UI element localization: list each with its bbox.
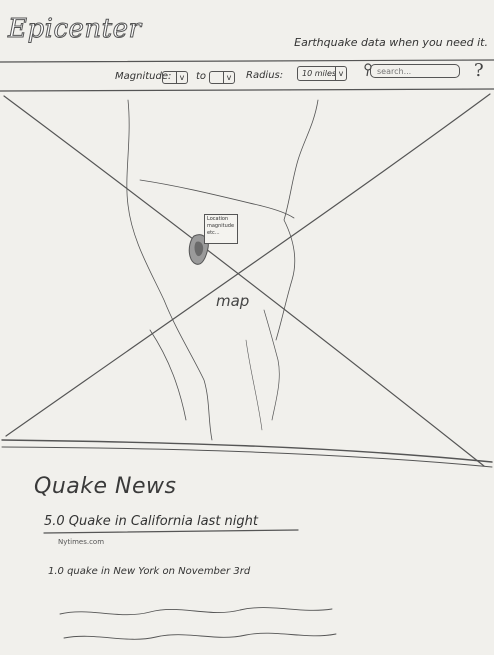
magnitude-max-select[interactable]: v bbox=[209, 71, 235, 84]
news-item-headline[interactable]: 1.0 quake in New York on November 3rd bbox=[48, 566, 250, 577]
chevron-down-icon: v bbox=[176, 72, 187, 83]
chevron-down-icon: v bbox=[223, 72, 234, 83]
quake-info-popup: Location magnitude etc... bbox=[204, 214, 238, 244]
popup-location: Location bbox=[207, 216, 229, 222]
news-section-title: Quake News bbox=[34, 474, 177, 499]
radius-label: Radius: bbox=[246, 70, 284, 81]
radius-select[interactable]: 10 miles v bbox=[297, 66, 347, 81]
map-placeholder-label: map bbox=[216, 292, 250, 310]
map-area[interactable] bbox=[2, 96, 492, 442]
chevron-down-icon: v bbox=[335, 67, 346, 80]
news-item-headline[interactable]: 5.0 Quake in California last night bbox=[44, 514, 258, 529]
popup-etc: etc... bbox=[207, 230, 220, 236]
to-label: to bbox=[196, 71, 207, 82]
help-icon[interactable]: ? bbox=[474, 60, 484, 81]
search-input[interactable] bbox=[370, 64, 460, 78]
news-item-source[interactable]: Nytimes.com bbox=[58, 538, 104, 546]
radius-value: 10 miles bbox=[302, 69, 337, 78]
app-tagline: Earthquake data when you need it. bbox=[294, 36, 488, 49]
popup-magnitude: magnitude bbox=[207, 223, 235, 229]
app-logo[interactable]: Epicenter bbox=[7, 14, 141, 45]
magnitude-min-select[interactable]: v bbox=[162, 71, 188, 84]
